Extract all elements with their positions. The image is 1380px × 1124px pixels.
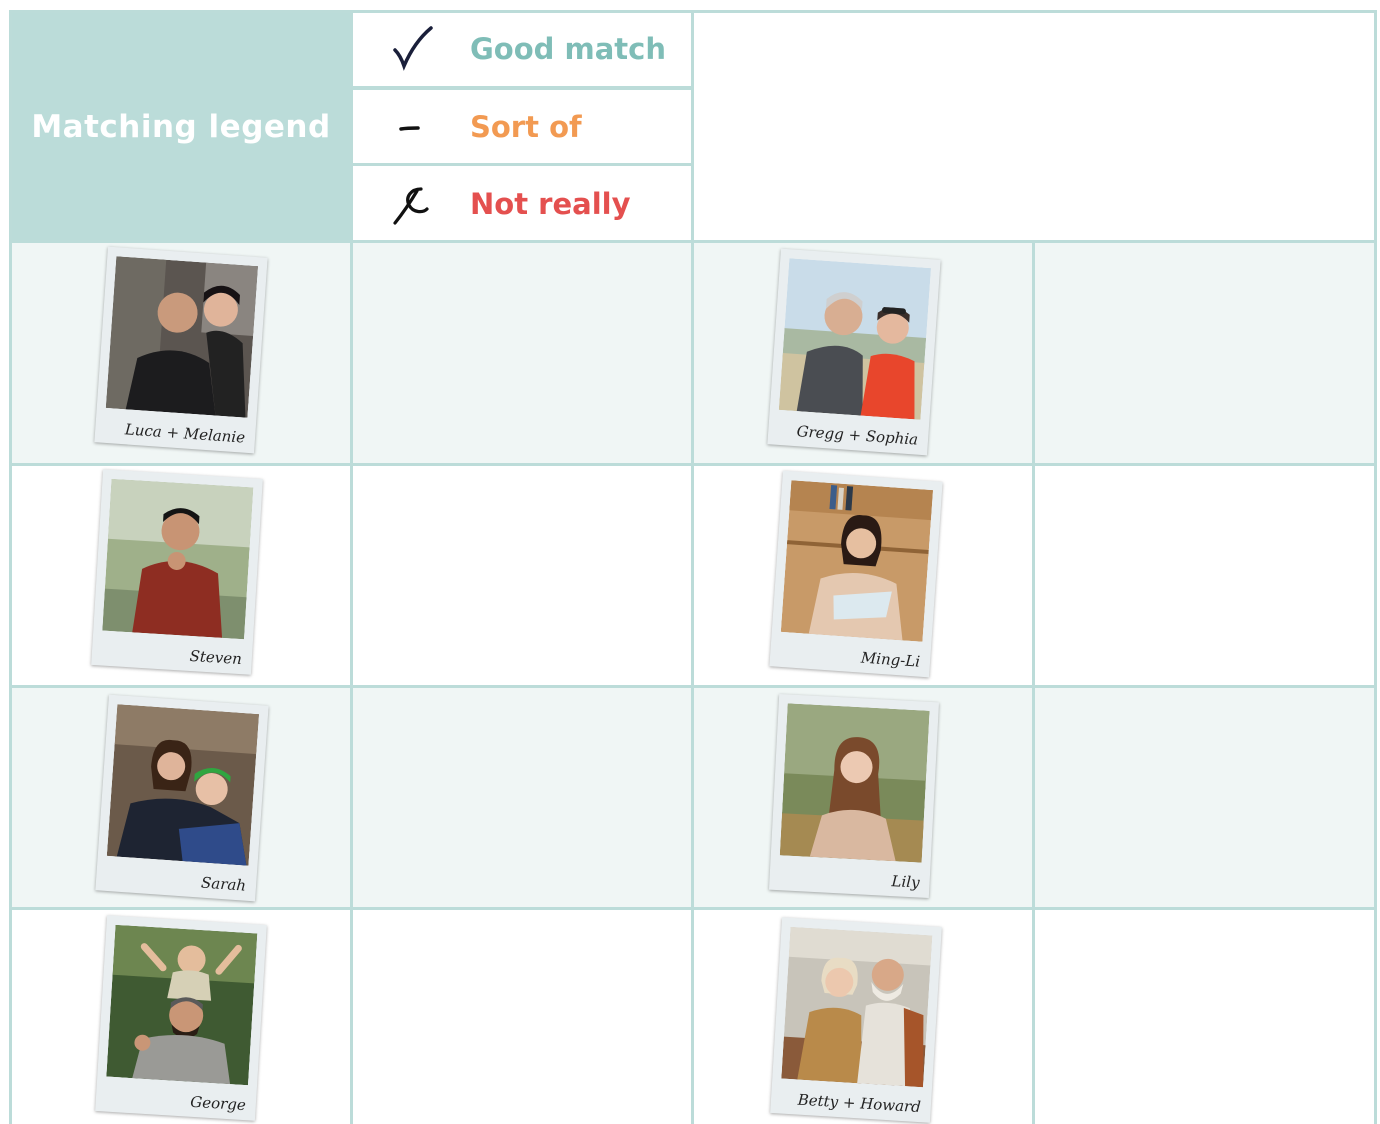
legend-label-good-match: Good match [470, 32, 666, 66]
matching-sheet: Matching legend Good match Sort of Not r… [0, 0, 1380, 1124]
photo-george [106, 924, 258, 1086]
polaroid-gregg-sophia: Gregg + Sophia [767, 248, 941, 456]
photo-ming-li [780, 480, 934, 642]
caption-betty-howard: Betty + Howard [797, 1090, 922, 1117]
caption-gregg-sophia: Gregg + Sophia [796, 422, 919, 449]
border-right [1374, 10, 1377, 1124]
dash-mark-icon [352, 97, 470, 157]
border-col-1 [350, 10, 353, 1124]
border-col-2 [691, 10, 694, 1124]
border-col-3 [1032, 241, 1035, 1124]
check-mark-icon [352, 19, 470, 79]
legend-label-sort-of: Sort of [470, 110, 582, 144]
polaroid-steven: Steven [91, 469, 263, 675]
legend-title-cell: Matching legend [10, 11, 352, 243]
photo-steven [102, 478, 254, 640]
polaroid-lily: Lily [768, 693, 940, 899]
polaroid-luca-melanie: Luca + Melanie [94, 246, 268, 454]
polaroid-sarah: Sarah [95, 694, 269, 902]
polaroid-george: George [95, 915, 267, 1121]
legend-row-good-match: Good match [352, 11, 693, 87]
polaroid-ming-li: Ming-Li [769, 470, 943, 678]
photo-sarah [106, 704, 260, 866]
photo-luca-melanie [105, 256, 259, 418]
caption-george: George [189, 1092, 247, 1115]
photo-betty-howard [781, 926, 933, 1088]
caption-sarah: Sarah [200, 873, 247, 895]
border-legend-1 [352, 86, 694, 90]
legend-title: Matching legend [31, 109, 331, 145]
caption-luca-melanie: Luca + Melanie [124, 420, 246, 447]
legend-row-sort-of: Sort of [352, 90, 693, 164]
photo-lily [779, 703, 930, 863]
polaroid-betty-howard: Betty + Howard [770, 917, 942, 1123]
caption-steven: Steven [189, 646, 243, 669]
caption-lily: Lily [891, 872, 921, 892]
legend-row-not-really: Not really [352, 166, 693, 242]
legend-label-not-really: Not really [470, 187, 631, 221]
border-left [9, 10, 12, 1124]
cross-mark-icon [352, 174, 470, 234]
photo-gregg-sophia [778, 258, 932, 420]
caption-ming-li: Ming-Li [860, 648, 921, 671]
border-legend-2 [352, 163, 692, 166]
